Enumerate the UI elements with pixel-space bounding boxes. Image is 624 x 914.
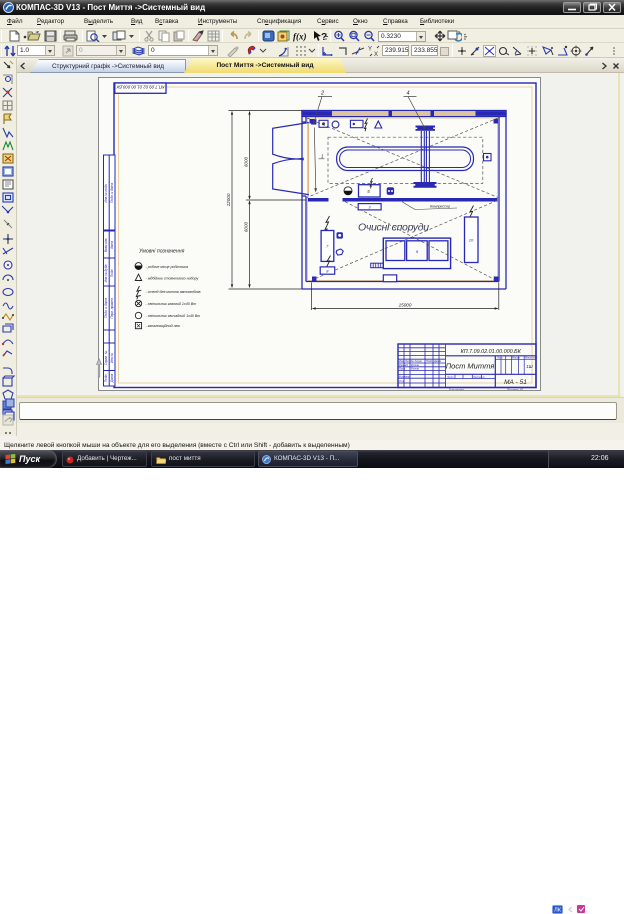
svg-text:6000: 6000 (244, 156, 249, 167)
svg-text:Рылов: Рылов (411, 367, 420, 371)
svg-text:Умовні позначення: Умовні позначення (139, 249, 185, 255)
svg-text:Подп. и дата: Подп. и дата (110, 183, 114, 203)
svg-text:Лист: Лист (446, 375, 455, 379)
svg-text:2: 2 (320, 91, 324, 97)
svg-text:Инв.№ дубл.: Инв.№ дубл. (104, 264, 108, 283)
svg-text:дата: дата (110, 241, 114, 249)
svg-text:12000: 12000 (226, 193, 231, 206)
svg-text:КП.7.09.02.01.00.000.БК: КП.7.09.02.01.00.000.БК (116, 85, 164, 90)
svg-text:ЛК: ЛК (554, 907, 562, 913)
svg-text:- каналізаційний люк: - каналізаційний люк (146, 324, 181, 328)
svg-text:Копировал: Копировал (449, 388, 464, 391)
svg-text:Разраб.: Разраб. (399, 363, 409, 367)
svg-text:Перв. примен.: Перв. примен. (110, 297, 114, 318)
svg-text:- відбійник стоянкового набору: - відбійник стоянкового набору (146, 277, 199, 281)
svg-text:Инв.№ подл.: Инв.№ подл. (104, 183, 108, 202)
svg-text:X: X (374, 52, 378, 57)
svg-text:Масса: Масса (512, 356, 520, 360)
svg-text:Дата: Дата (433, 359, 441, 363)
svg-text:- світильник газовий 1х40 Вт: - світильник газовий 1х40 Вт (146, 302, 197, 306)
svg-text:Очисні споруди: Очисні споруди (358, 222, 429, 234)
svg-text:Подп.: Подп. (426, 359, 433, 363)
svg-text:Котов: Котов (411, 363, 420, 367)
svg-text:Дата: Дата (110, 374, 114, 384)
svg-text:15000: 15000 (399, 303, 412, 308)
svg-text:Формат А1: Формат А1 (507, 388, 524, 391)
svg-text:- стенд для миття автомобілів: - стенд для миття автомобілів (146, 290, 201, 294)
svg-text:1: 1 (321, 154, 324, 159)
svg-text:Пров.: Пров. (399, 367, 406, 371)
svg-text:10: 10 (469, 238, 474, 243)
svg-text:- світильник звичайний 1х40 Вт: - світильник звичайний 1х40 Вт (146, 314, 201, 318)
svg-text:Инв.№: Инв.№ (110, 352, 114, 363)
svg-text:6000: 6000 (244, 221, 249, 232)
svg-text:Масштаб: Масштаб (525, 356, 538, 360)
svg-text:Справ. №: Справ. № (104, 350, 108, 365)
svg-text:4: 4 (407, 91, 410, 97)
svg-text:МА - 51: МА - 51 (504, 379, 527, 386)
svg-text:f(x): f(x) (293, 32, 307, 42)
svg-text:Пост Миття: Пост Миття (446, 362, 495, 371)
svg-text:Лит.: Лит. (496, 356, 503, 360)
svg-text:Подп.: Подп. (104, 374, 108, 383)
svg-text:Y: Y (368, 47, 372, 53)
svg-text:Н.контр.: Н.контр. (399, 375, 410, 379)
svg-text:КП.7.09.02.01.00.000.БК: КП.7.09.02.01.00.000.БК (461, 349, 522, 355)
svg-text:Листов 1: Листов 1 (472, 375, 485, 379)
svg-text:1Ш: 1Ш (526, 364, 532, 369)
svg-text:Изм: Изм (399, 359, 404, 363)
svg-text:№ докум.: № докум. (411, 359, 423, 363)
svg-text:Компрессор: Компрессор (430, 204, 450, 208)
svg-text:Взам.инв.: Взам.инв. (104, 238, 108, 253)
svg-text:9: 9 (416, 249, 419, 254)
svg-text:Подп.: Подп. (110, 269, 114, 278)
svg-text:- робоче місце робітника: - робоче місце робітника (146, 265, 189, 269)
svg-text:Утв.: Утв. (399, 379, 405, 383)
svg-text:Подп. и дата: Подп. и дата (104, 298, 108, 318)
